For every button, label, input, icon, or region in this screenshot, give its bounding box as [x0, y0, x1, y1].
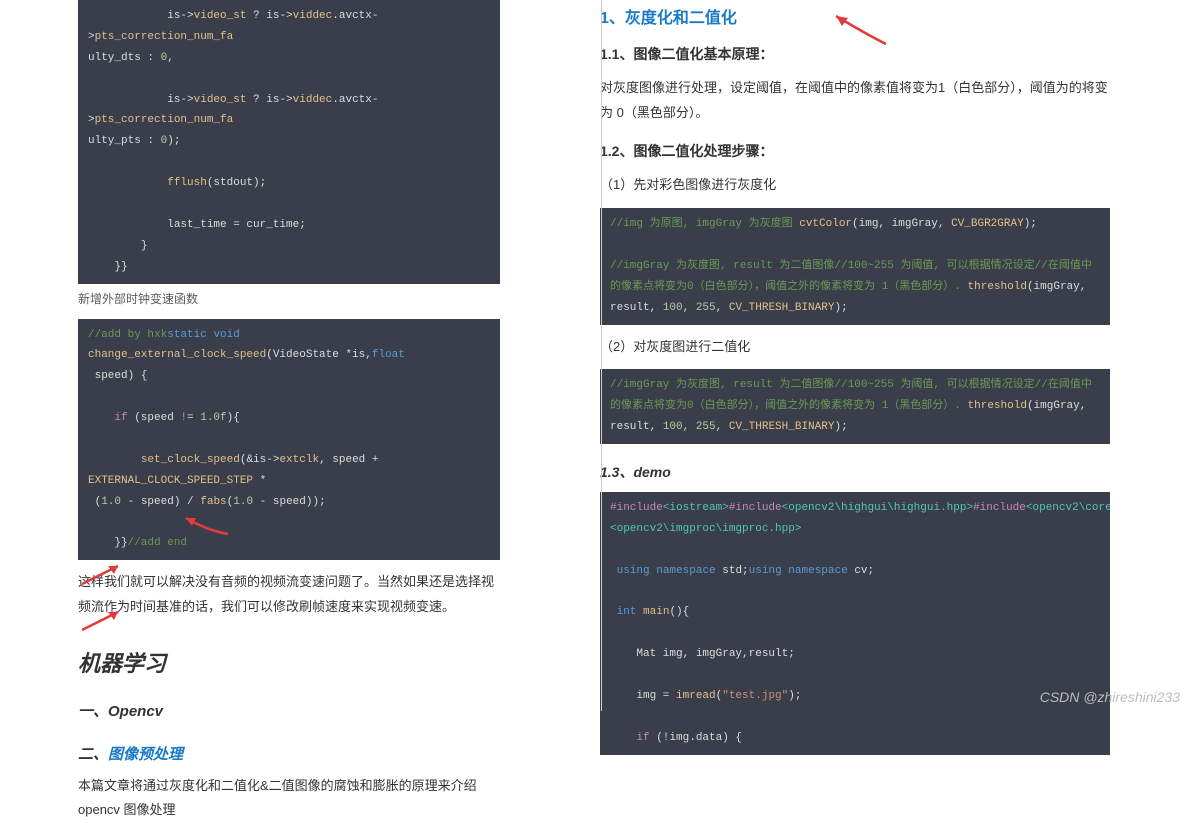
right-column: 1、灰度化和二值化 1.1、图像二值化基本原理： 对灰度图像进行处理，设定阈值，…: [600, 0, 1120, 711]
code1-caption: 新增外部时钟变速函数: [78, 290, 500, 307]
heading-1-2: 1.2、图像二值化处理步骤：: [600, 141, 1110, 161]
ml-heading: 机器学习: [78, 646, 500, 678]
code-block-cvtcolor: //img 为原图, imgGray 为灰度图 cvtColor(img, im…: [600, 208, 1110, 324]
code-block-1: is->video_st ? is->viddec.avctx->pts_cor…: [78, 0, 500, 284]
left-column: is->video_st ? is->viddec.avctx->pts_cor…: [0, 0, 510, 711]
heading-gray-binarize: 1、灰度化和二值化: [600, 4, 1110, 28]
column-divider: [601, 0, 602, 711]
code-block-threshold: //imgGray 为灰度图, result 为二值图像//100~255 为阈…: [600, 369, 1110, 444]
paragraph-2: 本篇文章将通过灰度化和二值化&二值图像的腐蚀和膨胀的原理来介绍 opencv 图…: [78, 774, 500, 823]
watermark: CSDN @zhireshini233: [1040, 689, 1180, 705]
step-1: （1）先对彩色图像进行灰度化: [600, 173, 1110, 198]
paragraph-1: 这样我们就可以解决没有音频的视频流变速问题了。当然如果还是选择视频流作为时间基准…: [78, 570, 500, 619]
link-image-preprocess[interactable]: 图像预处理: [108, 746, 183, 763]
heading-1-3-demo: 1.3、demo: [600, 462, 1110, 482]
code-block-2: //add by hxkstatic void change_external_…: [78, 319, 500, 561]
paragraph-1-1: 对灰度图像进行处理，设定阈值，在阈值中的像素值将变为1（白色部分），阈值为的将变…: [600, 76, 1110, 125]
code-block-demo: #include<iostream>#include<opencv2\highg…: [600, 492, 1110, 755]
section-image-preprocessing[interactable]: 二、图像预处理: [78, 743, 500, 764]
heading-1-1: 1.1、图像二值化基本原理：: [600, 44, 1110, 64]
step-2: （2）对灰度图进行二值化: [600, 335, 1110, 360]
section-opencv: 一、Opencv: [78, 700, 500, 721]
